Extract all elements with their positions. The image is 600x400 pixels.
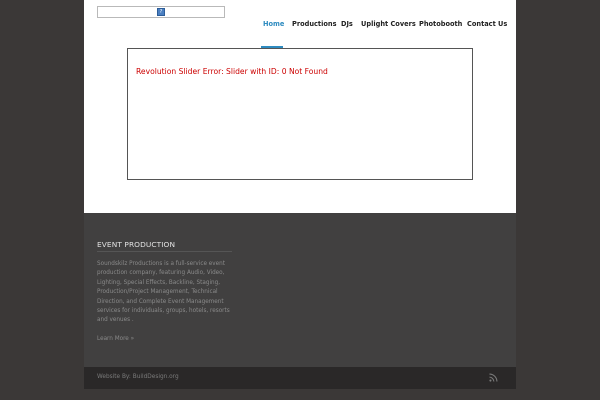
main-nav: Home Productions DJs Uplight Covers Phot…	[84, 0, 516, 48]
widget-title: EVENT PRODUCTION	[97, 240, 176, 249]
nav-item-home[interactable]: Home	[263, 20, 284, 28]
slider-error-message: Revolution Slider Error: Slider with ID:…	[136, 67, 328, 76]
learn-more-link[interactable]: Learn More »	[97, 336, 134, 342]
nav-item-photobooth[interactable]: Photobooth	[419, 20, 462, 28]
nav-item-uplight-covers[interactable]: Uplight Covers	[361, 20, 416, 28]
rss-icon[interactable]	[489, 373, 498, 382]
footer-credit-link[interactable]: Website By: BuildDesign.org	[97, 374, 179, 380]
widget-divider	[97, 251, 232, 252]
event-production-widget: EVENT PRODUCTION Soundskilz Productions …	[84, 213, 516, 367]
nav-item-productions[interactable]: Productions	[292, 20, 337, 28]
nav-item-contact-us[interactable]: Contact Us	[467, 20, 507, 28]
nav-item-djs[interactable]: DJs	[341, 20, 353, 28]
header: ? Home Productions DJs Uplight Covers Ph…	[84, 0, 516, 213]
footer: Website By: BuildDesign.org	[84, 367, 516, 389]
page: ? Home Productions DJs Uplight Covers Ph…	[84, 0, 516, 400]
slider-container: Revolution Slider Error: Slider with ID:…	[127, 48, 473, 180]
widget-description: Soundskilz Productions is a full-service…	[97, 261, 230, 324]
